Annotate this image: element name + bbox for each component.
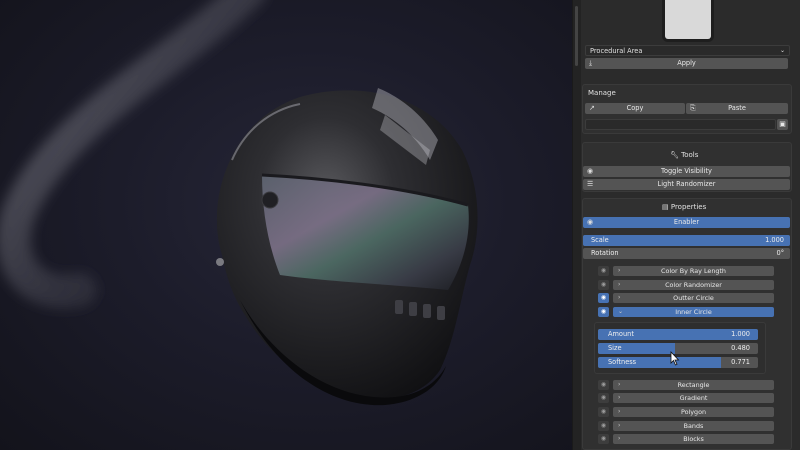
rotation-label: Rotation (591, 249, 619, 257)
apply-button[interactable]: ⤓ Apply (585, 58, 788, 69)
chevron-right-icon: › (618, 422, 621, 429)
apply-button-label: Apply (677, 59, 696, 67)
scrollbar[interactable] (573, 0, 581, 450)
paste-button[interactable]: ⎘ Paste (686, 103, 788, 114)
import-icon: ⤓ (589, 59, 593, 67)
bulb-icon: ◉ (587, 167, 594, 175)
size-label: Size (608, 344, 622, 352)
softness-value: 0.771 (731, 358, 750, 366)
helmet-render (0, 0, 478, 406)
preset-name-field[interactable] (585, 119, 776, 130)
amount-label: Amount (608, 330, 634, 338)
chevron-right-icon: › (618, 294, 621, 301)
properties-title: Properties (670, 203, 707, 211)
layer-label: Rectangle (677, 381, 710, 389)
preview-dropdown[interactable]: Procedural Area ⌄ (585, 45, 790, 56)
tools-title: Tools (681, 151, 699, 159)
size-value: 0.480 (731, 344, 750, 352)
chevron-down-icon: ⌄ (618, 308, 624, 315)
layer-color-by-ray-length[interactable]: › Color By Ray Length (613, 266, 774, 276)
wrench-icon: 🔧︎ (670, 151, 679, 159)
rotation-slider[interactable]: Rotation 0° (583, 248, 790, 259)
chevron-down-icon: ⌄ (779, 47, 785, 54)
preview-thumbnail (662, 0, 714, 42)
chevron-right-icon: › (618, 381, 621, 388)
eye-icon[interactable]: ◉ (598, 307, 609, 317)
chevron-right-icon: › (618, 267, 621, 274)
softness-label: Softness (608, 358, 637, 366)
eye-icon[interactable]: ◉ (598, 280, 609, 290)
layer-inner-circle[interactable]: ⌄ Inner Circle (613, 307, 774, 317)
eye-icon[interactable]: ◉ (598, 380, 609, 390)
light-randomizer-button[interactable]: ☰ Light Randomizer (583, 179, 790, 190)
enabler-toggle[interactable]: ◉ Enabler (583, 217, 790, 228)
toggle-visibility-label: Toggle Visibility (661, 167, 712, 175)
eye-icon[interactable]: ◉ (598, 421, 609, 431)
scale-slider-fill (583, 235, 790, 246)
sliders-icon: ☰ (587, 180, 594, 188)
layer-outter-circle[interactable]: › Outter Circle (613, 293, 774, 303)
scale-slider[interactable]: Scale 1.000 (583, 235, 790, 246)
eye-icon: ◉ (587, 218, 594, 226)
enabler-label: Enabler (673, 218, 700, 226)
layer-label: Color Randomizer (665, 281, 722, 289)
properties-header: ▤ Properties (662, 203, 706, 211)
rotation-value: 0° (776, 249, 785, 257)
copy-button-label: Copy (626, 104, 644, 112)
light-randomizer-label: Light Randomizer (657, 180, 716, 188)
eye-icon[interactable]: ◉ (598, 393, 609, 403)
chevron-right-icon: › (618, 394, 621, 401)
eye-icon[interactable]: ◉ (598, 407, 609, 417)
eye-icon[interactable]: ◉ (598, 293, 609, 303)
layer-blocks[interactable]: › Blocks (613, 434, 774, 444)
layer-label: Blocks (683, 435, 704, 443)
layer-label: Bands (683, 422, 704, 430)
amount-slider[interactable]: Amount 1.000 (598, 329, 758, 340)
paste-icon: ⎘ (690, 104, 696, 112)
eye-icon[interactable]: ◉ (598, 266, 609, 276)
layer-label: Polygon (680, 408, 707, 416)
scrollbar-thumb[interactable] (575, 6, 578, 66)
layer-gradient[interactable]: › Gradient (613, 393, 774, 403)
layer-label: Gradient (679, 394, 708, 402)
save-icon[interactable]: ▣ (777, 119, 788, 130)
layer-bands[interactable]: › Bands (613, 421, 774, 431)
amount-value: 1.000 (731, 330, 750, 338)
manage-title: Manage (588, 89, 616, 97)
3d-viewport[interactable] (0, 0, 572, 450)
copy-arrow-icon: ↗ (589, 104, 595, 112)
mouse-cursor-icon (670, 351, 680, 366)
preview-dropdown-value: Procedural Area (590, 47, 643, 55)
scale-label: Scale (591, 236, 609, 244)
copy-button[interactable]: ↗ Copy (585, 103, 685, 114)
chevron-right-icon: › (618, 408, 621, 415)
scale-value: 1.000 (765, 236, 784, 244)
tools-header: 🔧︎ Tools (670, 151, 698, 159)
paste-button-label: Paste (728, 104, 746, 112)
layer-label: Outter Circle (673, 294, 714, 302)
eye-icon[interactable]: ◉ (598, 434, 609, 444)
toggle-visibility-button[interactable]: ◉ Toggle Visibility (583, 166, 790, 177)
properties-icon: ▤ (662, 203, 669, 211)
layer-color-randomizer[interactable]: › Color Randomizer (613, 280, 774, 290)
chevron-right-icon: › (618, 281, 621, 288)
layer-polygon[interactable]: › Polygon (613, 407, 774, 417)
layer-rectangle[interactable]: › Rectangle (613, 380, 774, 390)
chevron-right-icon: › (618, 435, 621, 442)
layer-label: Color By Ray Length (661, 267, 726, 275)
layer-label: Inner Circle (675, 308, 712, 316)
